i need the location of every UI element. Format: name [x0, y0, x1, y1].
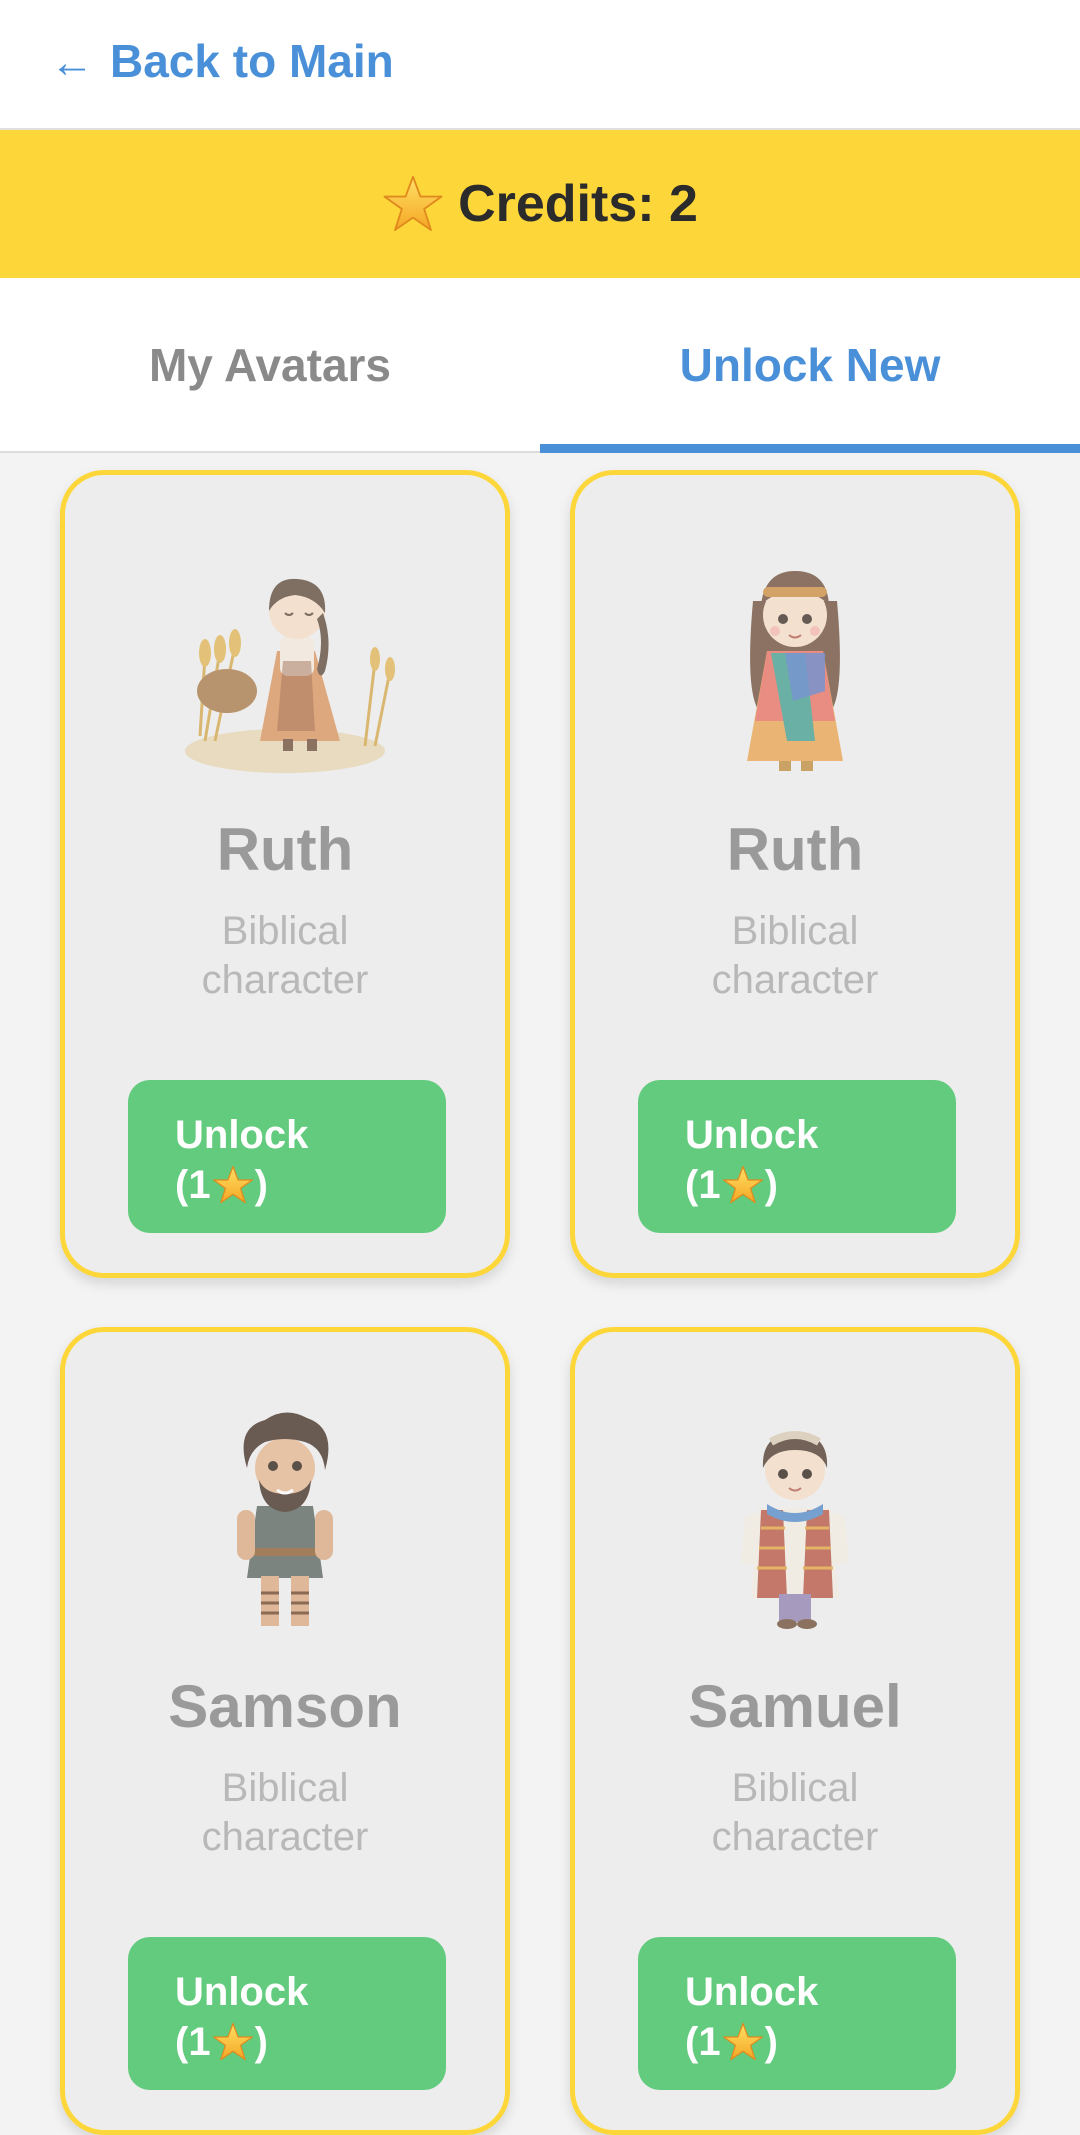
star-icon: [722, 2021, 764, 2063]
tab-unlock-new-label: Unlock New: [679, 338, 941, 391]
unlock-cost: (1): [175, 1160, 446, 1210]
avatar-name: Ruth: [726, 816, 864, 883]
back-link-label: Back to Main: [110, 35, 394, 87]
avatar-card-samuel: Samuel Biblical character Unlock (1): [570, 1327, 1020, 2135]
avatar-description: Biblical character: [65, 907, 505, 1005]
avatar-card-ruth-scarf: Ruth Biblical character Unlock (1): [570, 470, 1020, 1278]
unlock-button[interactable]: Unlock (1): [638, 1080, 956, 1233]
unlock-cost: (1): [685, 1160, 956, 1210]
star-icon: [212, 2021, 254, 2063]
star-icon: [382, 173, 444, 235]
unlock-button[interactable]: Unlock (1): [128, 1080, 446, 1233]
ruth-wheat-avatar: [185, 578, 395, 773]
description-line: character: [711, 1815, 879, 1859]
avatar-card-ruth-wheat: Ruth Biblical character Unlock (1): [60, 470, 510, 1278]
description-line: Biblical: [731, 909, 859, 953]
tab-bar: My Avatars Unlock New: [0, 278, 1080, 453]
avatar-name: Samuel: [688, 1673, 902, 1740]
unlock-cost-open: (1: [685, 2020, 721, 2064]
unlock-cost-close: ): [764, 2020, 778, 2064]
unlock-button[interactable]: Unlock (1): [128, 1937, 446, 2090]
tab-my-avatars[interactable]: My Avatars: [0, 278, 540, 451]
star-icon: [212, 1164, 254, 1206]
credits-bar: Credits: 2: [0, 130, 1080, 278]
description-line: Biblical: [731, 1766, 859, 1810]
unlock-cost-close: ): [254, 2020, 268, 2064]
unlock-cost-open: (1: [175, 1163, 211, 1207]
description-line: Biblical: [221, 1766, 349, 1810]
unlock-cost: (1): [685, 2017, 956, 2067]
unlock-cost-close: ): [764, 1163, 778, 1207]
unlock-button-label: Unlock: [685, 1970, 819, 2014]
unlock-button[interactable]: Unlock (1): [638, 1937, 956, 2090]
back-arrow-icon: ←: [50, 38, 94, 87]
description-line: Biblical: [221, 909, 349, 953]
unlock-cost-open: (1: [175, 2020, 211, 2064]
description-line: character: [201, 958, 369, 1002]
avatar-name: Samson: [168, 1673, 402, 1740]
avatar-description: Biblical character: [575, 907, 1015, 1005]
tab-my-avatars-label: My Avatars: [148, 338, 392, 391]
unlock-button-label: Unlock: [175, 1113, 309, 1157]
description-line: character: [201, 1815, 369, 1859]
avatar-description: Biblical character: [575, 1764, 1015, 1862]
credits-display: Credits: 2: [382, 173, 698, 235]
unlock-cost: (1): [175, 2017, 446, 2067]
unlock-cost-open: (1: [685, 1163, 721, 1207]
samuel-avatar: [741, 1431, 849, 1629]
avatar-description: Biblical character: [65, 1764, 505, 1862]
ruth-scarf-avatar: [747, 571, 843, 771]
description-line: character: [711, 958, 879, 1002]
unlock-button-label: Unlock: [685, 1113, 819, 1157]
back-to-main-link[interactable]: ← Back to Main: [50, 34, 394, 88]
unlock-cost-close: ): [254, 1163, 268, 1207]
top-bar: ← Back to Main: [0, 0, 1080, 130]
avatar-card-samson: Samson Biblical character Unlock (1): [60, 1327, 510, 2135]
samson-avatar: [237, 1412, 333, 1626]
credits-label: Credits: 2: [458, 175, 698, 233]
tab-unlock-new[interactable]: Unlock New: [540, 278, 1080, 453]
unlock-button-label: Unlock: [175, 1970, 309, 2014]
star-icon: [722, 1164, 764, 1206]
avatar-name: Ruth: [216, 816, 354, 883]
